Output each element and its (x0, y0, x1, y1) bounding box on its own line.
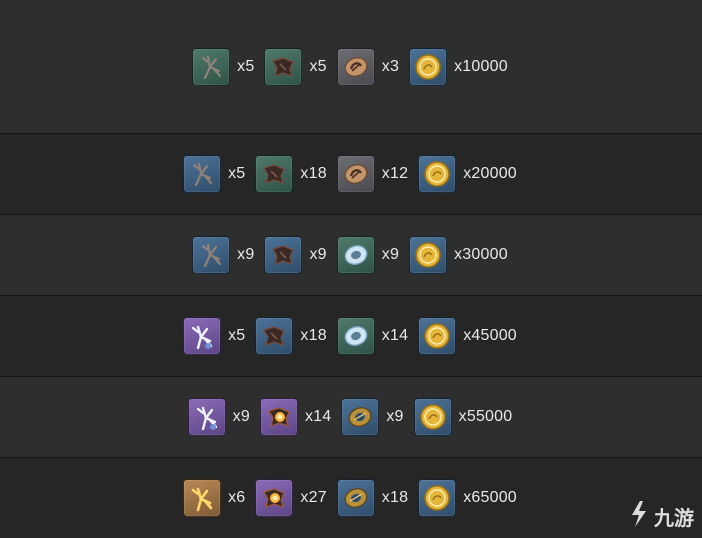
material-quantity: x9 (386, 408, 404, 425)
material-item: x30000 (409, 236, 510, 274)
branch-icon[interactable] (192, 47, 231, 86)
material-item: x9 (264, 236, 328, 274)
requirement-row: x5 x5 x3 x10000 (0, 0, 702, 134)
material-item: x9 (192, 236, 256, 274)
watermark: 九游 (626, 499, 694, 534)
material-quantity: x5 (237, 57, 255, 75)
material-quantity: x27 (300, 489, 327, 506)
requirement-row: x5 x18 x12 x20000 (0, 134, 702, 215)
mora-coin-icon[interactable] (409, 236, 448, 274)
material-quantity: x3 (381, 57, 400, 75)
material-quantity: x9 (381, 246, 400, 263)
requirement-row: x9 x9 x9 x30000 (0, 215, 702, 296)
material-quantity: x5 (309, 57, 327, 75)
coral-icon[interactable] (183, 317, 222, 355)
mora-coin-icon[interactable] (418, 317, 457, 355)
requirement-row: x9 x14 x9 x55000 (0, 377, 702, 458)
material-quantity: x10000 (454, 57, 508, 75)
mora-coin-icon[interactable] (409, 47, 448, 86)
shell-icon[interactable] (336, 155, 375, 193)
jiuyou-logo-icon (626, 499, 654, 534)
material-item: x3 (336, 47, 401, 86)
material-item: x65000 (418, 479, 519, 517)
material-item: x5 (264, 47, 328, 86)
crystal-ring-icon[interactable] (336, 317, 375, 355)
material-quantity: x65000 (463, 489, 517, 506)
material-quantity: x18 (300, 327, 327, 344)
material-item: x27 (255, 479, 328, 517)
material-item: x14 (336, 317, 410, 355)
material-item: x5 (183, 317, 247, 355)
material-item: x45000 (418, 317, 519, 355)
material-item: x9 (187, 398, 252, 436)
gold-ring-icon[interactable] (336, 479, 375, 517)
branch-icon[interactable] (192, 236, 231, 274)
requirement-row: x5 x18 x14 x45000 (0, 296, 702, 377)
claw-icon[interactable] (264, 236, 303, 274)
glowing-claw-icon[interactable] (259, 398, 298, 436)
material-quantity: x14 (381, 327, 409, 344)
material-item: x9 (341, 398, 405, 436)
material-item: x6 (183, 479, 247, 517)
mora-coin-icon[interactable] (418, 155, 457, 193)
material-quantity: x12 (381, 165, 409, 182)
material-quantity: x9 (309, 246, 327, 263)
watermark-text: 九游 (654, 506, 694, 530)
material-quantity: x45000 (463, 327, 517, 344)
material-item: x18 (255, 155, 328, 193)
material-quantity: x55000 (458, 408, 513, 425)
material-item: x5 (192, 47, 256, 86)
claw-icon[interactable] (264, 47, 303, 86)
gold-ring-icon[interactable] (341, 398, 380, 436)
material-requirements-table: x5 x5 x3 x10000 x5 x18 x12 x20000 x9 x9 x9 x30000 x5… (0, 0, 702, 538)
material-item: x18 (255, 317, 328, 355)
branch-icon[interactable] (183, 155, 222, 193)
material-quantity: x20000 (463, 165, 517, 182)
material-item: x18 (336, 479, 410, 517)
material-quantity: x18 (381, 489, 409, 506)
material-quantity: x5 (228, 327, 246, 344)
gold-coral-icon[interactable] (183, 479, 222, 517)
material-item: x10000 (409, 47, 510, 86)
material-quantity: x14 (304, 408, 332, 425)
material-quantity: x18 (300, 165, 327, 182)
material-item: x12 (336, 155, 410, 193)
material-item: x55000 (413, 398, 515, 436)
material-quantity: x9 (232, 408, 250, 425)
material-item: x14 (259, 398, 333, 436)
material-quantity: x5 (228, 165, 246, 182)
requirement-row: x6 x27 x18 x65000 (0, 458, 702, 538)
material-quantity: x30000 (454, 246, 508, 263)
mora-coin-icon[interactable] (418, 479, 457, 517)
shell-icon[interactable] (336, 47, 375, 86)
material-quantity: x6 (228, 489, 246, 506)
mora-coin-icon[interactable] (413, 398, 452, 436)
crystal-ring-icon[interactable] (336, 236, 375, 274)
coral-icon[interactable] (187, 398, 226, 436)
material-item: x20000 (418, 155, 519, 193)
claw-icon[interactable] (255, 317, 294, 355)
material-item: x9 (336, 236, 401, 274)
claw-icon[interactable] (255, 155, 294, 193)
material-quantity: x9 (237, 246, 255, 263)
glowing-claw-icon[interactable] (255, 479, 294, 517)
material-item: x5 (183, 155, 247, 193)
